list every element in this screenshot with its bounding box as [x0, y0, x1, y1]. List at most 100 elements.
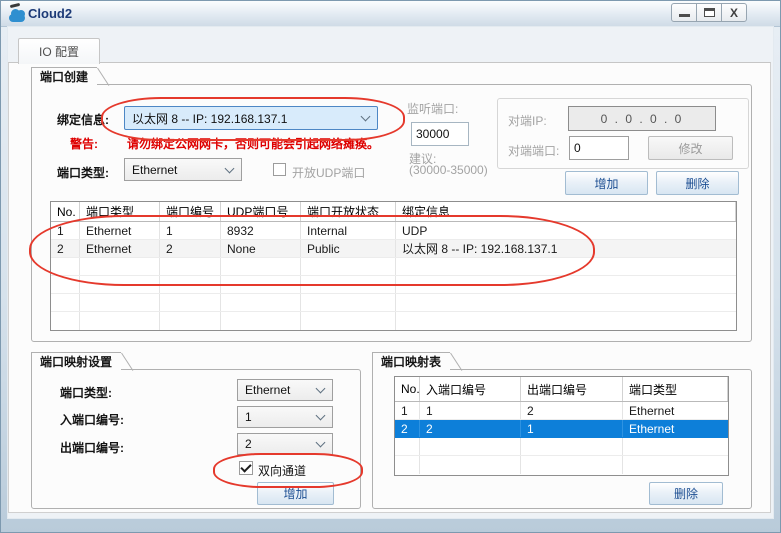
in-port-select[interactable]: 1	[237, 406, 333, 428]
cell: Public	[301, 240, 396, 257]
peer-ip-label: 对端IP:	[508, 114, 547, 128]
mapping-delete-button-label: 删除	[673, 487, 698, 501]
maximize-button[interactable]	[696, 3, 722, 22]
port-add-button[interactable]: 增加	[565, 171, 648, 195]
tab-io-config[interactable]: IO 配置	[18, 38, 100, 64]
close-icon: X	[729, 5, 738, 20]
cell: 以太网 8 -- IP: 192.168.137.1	[402, 242, 558, 256]
ports-col-status: 端口开放状态	[301, 202, 396, 221]
bidirectional-label: 双向通道	[258, 464, 307, 478]
chevron-down-icon	[315, 383, 326, 394]
tab-label: IO 配置	[38, 45, 79, 59]
cell: 1	[160, 222, 221, 239]
in-port-label: 入端口编号:	[60, 413, 124, 427]
warning-text: 请勿绑定公网网卡，否则可能会引起网络瘫痪。	[127, 137, 380, 151]
group-port-mapping-settings: 端口映射设置 端口类型: Ethernet 入端口编号: 1 出端口编号: 2 …	[31, 352, 363, 509]
cell: Ethernet	[80, 222, 160, 239]
mapping-add-button-label: 增加	[283, 487, 308, 501]
mapping-table-empty-row	[395, 456, 728, 474]
open-udp-label: 开放UDP端口	[292, 166, 366, 180]
mapping-table: No. 入端口编号 出端口编号 端口类型 1 1 2 Ethernet 2 2 …	[394, 376, 729, 476]
peer-port-label: 对端端口:	[508, 144, 560, 158]
ports-col-binding: 绑定信息	[396, 202, 736, 221]
out-port-value: 2	[245, 437, 252, 451]
chevron-down-icon	[360, 111, 371, 122]
minimize-icon	[678, 14, 690, 17]
modify-button-label: 修改	[678, 141, 703, 156]
in-port-value: 1	[245, 410, 252, 424]
port-type-select[interactable]: Ethernet	[124, 158, 242, 181]
listen-port-input[interactable]	[411, 122, 469, 146]
bidirectional-checkbox[interactable]	[239, 461, 253, 475]
peer-ip-field[interactable]: 0 . 0 . 0 . 0	[568, 106, 716, 131]
ports-table-empty-row	[51, 258, 736, 276]
group-mapping-settings-title: 端口映射设置	[31, 352, 122, 372]
cell: 1	[51, 222, 80, 239]
map-col-no: No.	[395, 377, 420, 401]
ports-col-number: 端口编号	[160, 202, 221, 221]
cloud-config-window: Cloud2 X IO 配置 端口创建 绑定信息: 以太网 8 -- IP: 1…	[0, 0, 781, 533]
port-type-select-value: Ethernet	[132, 162, 178, 177]
cell: UDP	[402, 223, 428, 238]
chevron-down-icon	[315, 437, 326, 448]
mapping-table-row-selected[interactable]: 2 2 1 Ethernet	[395, 420, 728, 438]
ports-col-udp: UDP端口号	[221, 202, 301, 221]
window-title: Cloud2	[28, 6, 73, 21]
mapping-table-row[interactable]: 1 1 2 Ethernet	[395, 402, 728, 420]
mapping-add-button[interactable]: 增加	[257, 482, 334, 505]
open-udp-checkbox[interactable]	[273, 163, 286, 176]
peer-ip-value: 0 . 0 . 0 . 0	[600, 111, 684, 126]
cell: 8932	[221, 222, 301, 239]
group-port-create: 端口创建 绑定信息: 以太网 8 -- IP: 192.168.137.1 警告…	[29, 67, 752, 342]
map-port-type-value: Ethernet	[245, 383, 291, 397]
modify-button[interactable]: 修改	[648, 136, 733, 160]
ports-table-empty-row	[51, 294, 736, 312]
peer-port-input[interactable]	[569, 136, 629, 160]
binding-select-value: 以太网 8 -- IP: 192.168.137.1	[132, 111, 288, 126]
suggestion-range: (30000-35000)	[409, 163, 488, 177]
map-port-type-label: 端口类型:	[60, 386, 112, 400]
ports-col-type: 端口类型	[80, 202, 160, 221]
ports-table-row[interactable]: 1 Ethernet 1 8932 Internal UDP	[51, 222, 736, 240]
ports-table-empty-row	[51, 312, 736, 330]
binding-select[interactable]: 以太网 8 -- IP: 192.168.137.1	[124, 106, 378, 130]
port-type-label: 端口类型:	[57, 166, 109, 180]
cell: 2	[521, 402, 623, 419]
cell: 1	[395, 402, 420, 419]
binding-label: 绑定信息:	[57, 113, 109, 127]
warning-label: 警告:	[70, 137, 98, 151]
tab-page: 端口创建 绑定信息: 以太网 8 -- IP: 192.168.137.1 警告…	[8, 62, 771, 513]
mapping-delete-button[interactable]: 删除	[649, 482, 723, 505]
cell: 2	[395, 420, 420, 437]
cell: Ethernet	[80, 240, 160, 257]
ports-table-empty-row	[51, 276, 736, 294]
app-cloud-icon	[9, 2, 27, 22]
chevron-down-icon	[224, 163, 235, 173]
title-bar[interactable]: Cloud2 X	[1, 1, 780, 27]
minimize-button[interactable]	[671, 3, 697, 22]
cell: Ethernet	[629, 403, 675, 418]
group-port-create-title: 端口创建	[31, 67, 98, 87]
close-button[interactable]: X	[721, 3, 747, 22]
out-port-label: 出端口编号:	[60, 441, 124, 455]
map-port-type-select[interactable]: Ethernet	[237, 379, 333, 401]
listen-port-label: 监听端口:	[407, 102, 459, 116]
out-port-select[interactable]: 2	[237, 433, 333, 455]
ports-table: No. 端口类型 端口编号 UDP端口号 端口开放状态 绑定信息 1 Ether…	[50, 201, 737, 331]
cell: Internal	[301, 222, 396, 239]
ports-table-header: No. 端口类型 端口编号 UDP端口号 端口开放状态 绑定信息	[51, 202, 736, 222]
ports-table-row[interactable]: 2 Ethernet 2 None Public 以太网 8 -- IP: 19…	[51, 240, 736, 258]
map-col-type: 端口类型	[623, 377, 728, 401]
mapping-table-header: No. 入端口编号 出端口编号 端口类型	[395, 377, 728, 402]
map-col-in: 入端口编号	[420, 377, 521, 401]
mapping-table-empty-row	[395, 438, 728, 456]
cell: 2	[160, 240, 221, 257]
map-col-out: 出端口编号	[521, 377, 623, 401]
port-delete-button[interactable]: 删除	[656, 171, 739, 195]
cell: None	[221, 240, 301, 257]
group-mapping-table-title: 端口映射表	[372, 352, 451, 372]
cell: 2	[51, 240, 80, 257]
window-controls: X	[671, 3, 747, 22]
chevron-down-icon	[315, 410, 326, 421]
cell: 1	[420, 402, 521, 419]
